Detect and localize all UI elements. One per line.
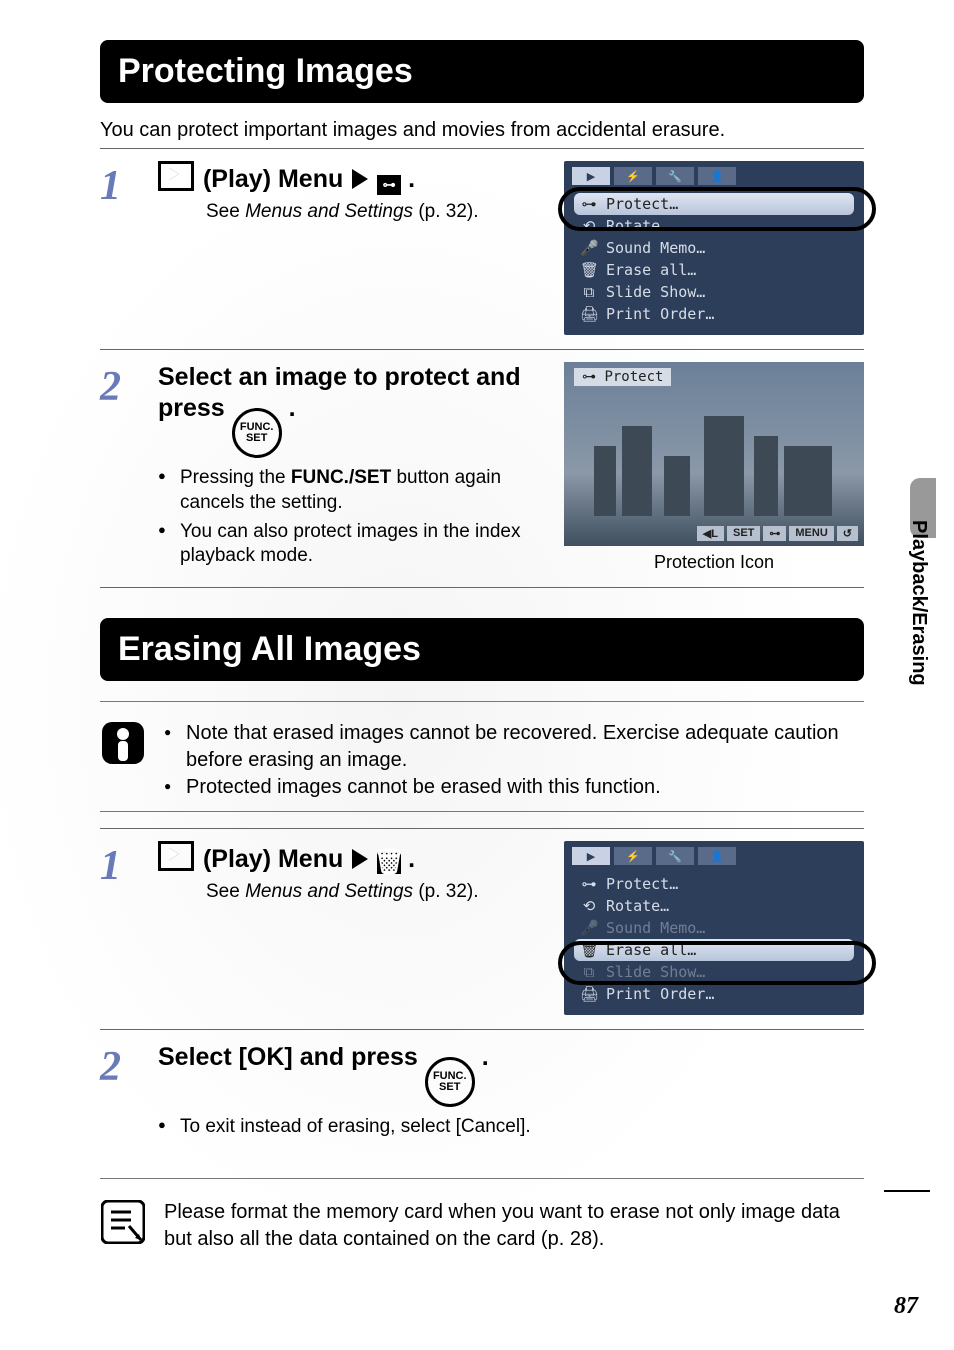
period: . [408, 165, 415, 193]
menu-item: 🖨Print Order… [574, 983, 854, 1005]
period: . [408, 845, 415, 873]
protect-bottom-bar: ◀L SET ⊶ MENU ↺ [697, 526, 858, 541]
info-icon [100, 1199, 146, 1245]
play-menu-label: (Play) Menu [203, 165, 343, 193]
bullet-text: You can also protect images in the index… [158, 520, 552, 569]
step2-title: Select an image to protect and press FUN… [158, 362, 552, 458]
menu-item: ⊶Protect… [574, 873, 854, 895]
func-set-button-icon: FUNC.SET [425, 1057, 475, 1107]
format-info-text: Please format the memory card when you w… [164, 1199, 864, 1253]
menu-item: 🎤Sound Memo… [574, 237, 854, 259]
menu-screenshot-erase: ▶ ⚡ 🔧 👤 ⊶Protect… ⟲Rotate… 🎤Sound Memo… … [564, 841, 864, 1015]
tab-icon: 👤 [698, 167, 736, 185]
menu-item: ⧉Slide Show… [574, 281, 854, 303]
see-reference: See Menus and Settings (p. 32). [206, 881, 552, 903]
arrow-icon [352, 849, 368, 869]
func-set-button-icon: FUNC.SET [232, 408, 282, 458]
menu-item: 🖨Print Order… [574, 303, 854, 325]
tab-icon: ⚡ [614, 847, 652, 865]
menu-item: 🎤Sound Memo… [574, 917, 854, 939]
play-icon [158, 841, 194, 871]
chip: ↺ [837, 526, 858, 541]
menu-item-erase-all: 🗑Erase all… [574, 939, 854, 961]
page-number: 87 [894, 1293, 918, 1320]
step-number: 1 [100, 161, 146, 335]
chip: SET [727, 526, 760, 541]
menu-screenshot-protect: ▶ ⚡ 🔧 👤 ⊶Protect… ⟲Rotate… 🎤Sound Memo… … [564, 161, 864, 335]
warning-icon [100, 720, 146, 766]
tab-icon: ⚡ [614, 167, 652, 185]
menu-item: ⧉Slide Show… [574, 961, 854, 983]
arrow-icon [352, 169, 368, 189]
step-number: 2 [100, 362, 146, 573]
erase-step1-title: (Play) Menu 🗑 . [158, 841, 552, 875]
protect-screen-label: ⊶ Protect [574, 368, 671, 386]
protect-screen: ⊶ Protect ◀L SET ⊶ MENU ↺ [564, 362, 864, 546]
erase-all-icon: 🗑 [377, 852, 401, 874]
erase-step2-title: Select [OK] and press FUNC.SET . [158, 1042, 864, 1107]
bullet-text: To exit instead of erasing, select [Canc… [158, 1115, 864, 1140]
tab-icon: 🔧 [656, 847, 694, 865]
side-line [884, 1190, 930, 1192]
menu-item: 🗑Erase all… [574, 259, 854, 281]
warning-text: Protected images cannot be erased with t… [164, 774, 864, 801]
play-menu-label: (Play) Menu [203, 845, 343, 873]
side-tab-label: Playback/Erasing [907, 520, 930, 686]
menu-item-protect: ⊶Protect… [574, 193, 854, 215]
intro-text: You can protect important images and mov… [100, 119, 864, 142]
warning-text: Note that erased images cannot be recove… [164, 720, 864, 774]
see-reference: See Menus and Settings (p. 32). [206, 201, 552, 223]
menu-item: ⟲Rotate… [574, 215, 854, 237]
tab-icon: 👤 [698, 847, 736, 865]
period: . [282, 394, 296, 422]
bullet-text: Pressing the FUNC./SET button again canc… [158, 466, 552, 515]
protection-icon-caption: Protection Icon [564, 552, 864, 573]
chip: ⊶ [763, 526, 786, 541]
tab-icon: 🔧 [656, 167, 694, 185]
chip: MENU [789, 526, 833, 541]
period: . [475, 1043, 489, 1071]
tab-play-icon: ▶ [572, 167, 610, 185]
protect-key-icon: ⊶ [377, 175, 401, 195]
menu-item: ⟲Rotate… [574, 895, 854, 917]
play-icon [158, 161, 194, 191]
chip: ◀L [697, 526, 724, 541]
step-number: 1 [100, 841, 146, 1015]
tab-play-icon: ▶ [572, 847, 610, 865]
heading-protecting: Protecting Images [100, 40, 864, 103]
step1-title: (Play) Menu ⊶ . [158, 161, 415, 195]
heading-erasing: Erasing All Images [100, 618, 864, 681]
step-number: 2 [100, 1042, 146, 1144]
